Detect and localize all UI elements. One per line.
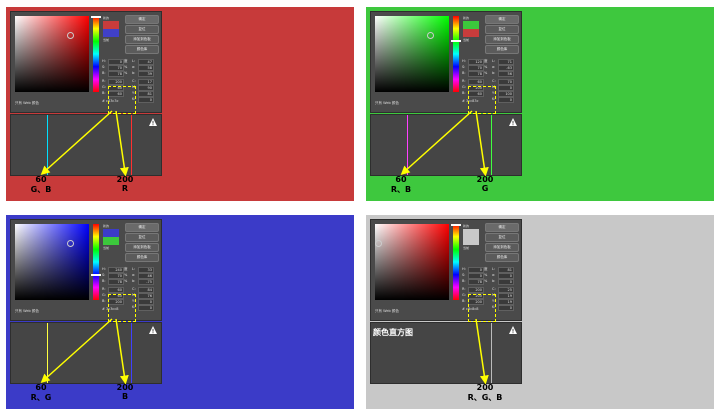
annotation-arrows bbox=[40, 110, 129, 177]
panel-green: 新的 当前 确定 复位 添加到色板 颜色库 H: 120 度 S: 70% B: 78%… bbox=[366, 7, 714, 201]
annotation-arrows bbox=[475, 318, 489, 385]
panel-red: 新的 当前 确定 复位 添加到色板 颜色库 H: 0 度 S: 70% B: 78% R… bbox=[6, 7, 354, 201]
panel-blue: 新的 当前 确定 复位 添加到色板 颜色库 H: 240 度 S: 70% B: 78%… bbox=[6, 215, 354, 409]
panel-gray: 新的 当前 确定 复位 添加到色板 颜色库 H: 0 度 S: 0% B: 78% R:… bbox=[366, 215, 714, 409]
annotation-arrows bbox=[400, 110, 489, 177]
annotation-arrows bbox=[40, 318, 129, 385]
